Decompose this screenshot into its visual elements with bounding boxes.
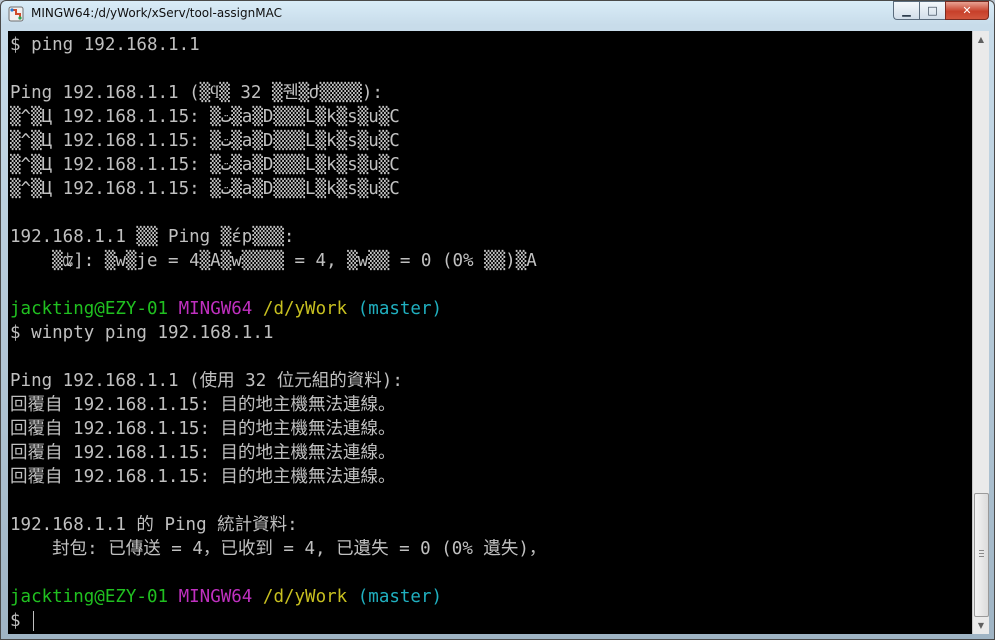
terminal-line: Ping 192.168.1.1 (使用 32 位元組的資料): [10, 369, 972, 393]
terminal-line: ▒^▒Ц 192.168.1.15: ▒ت▒a▒D▒▒▒L▒k▒s▒u▒C [10, 177, 972, 201]
scroll-up-button[interactable]: ▲ [973, 31, 989, 48]
terminal-line: jackting@EZY-01 MINGW64 /d/yWork (master… [10, 297, 972, 321]
window-controls: ▁ □ ✕ [893, 1, 989, 21]
terminal-text: MINGW64 [178, 587, 253, 607]
close-icon: ✕ [962, 4, 972, 17]
minimize-icon: ▁ [902, 4, 911, 17]
maximize-icon: □ [927, 4, 938, 17]
arrow-down-icon: ▼ [977, 621, 985, 630]
title-bar[interactable]: MINGW64:/d/yWork/xServ/tool-assignMAC ▁ … [1, 1, 994, 27]
terminal-output[interactable]: $ ping 192.168.1.1 Ping 192.168.1.1 (▒ϥ▒ … [8, 31, 972, 634]
terminal-line: 封包: 已傳送 = 4，已收到 = 4, 已遺失 = 0 (0% 遺失)， [10, 537, 972, 561]
terminal-text: ▒ʥ]: ▒w▒je = 4▒A▒w▒▒▒▒ = 4, ▒w▒▒ = 0 (0%… [10, 251, 537, 271]
terminal-text: MINGW64 [178, 299, 253, 319]
terminal-line: ▒^▒Ц 192.168.1.15: ▒ت▒a▒D▒▒▒L▒k▒s▒u▒C [10, 153, 972, 177]
terminal-text: Ping 192.168.1.1 (▒ϥ▒ 32 ▒줸▒ժ▒▒▒▒): [10, 83, 383, 103]
terminal-text: 封包: 已傳送 = 4，已收到 = 4, 已遺失 = 0 (0% 遺失)， [10, 539, 547, 559]
terminal-text: /d/yWork [262, 299, 348, 319]
terminal-window: MINGW64:/d/yWork/xServ/tool-assignMAC ▁ … [0, 0, 995, 640]
terminal-line: 回覆自 192.168.1.15: 目的地主機無法連線。 [10, 441, 972, 465]
terminal-text: 回覆自 192.168.1.15: 目的地主機無法連線。 [10, 467, 396, 487]
terminal-line: 回覆自 192.168.1.15: 目的地主機無法連線。 [10, 465, 972, 489]
terminal-line: 192.168.1.1 的 Ping 統計資料: [10, 513, 972, 537]
terminal-line: Ping 192.168.1.1 (▒ϥ▒ 32 ▒줸▒ժ▒▒▒▒): [10, 81, 972, 105]
terminal-text: $ [10, 611, 32, 631]
arrow-up-icon: ▲ [977, 35, 985, 44]
grip-line [979, 556, 984, 557]
terminal-text: $ ping 192.168.1.1 [10, 35, 200, 55]
terminal-line: 回覆自 192.168.1.15: 目的地主機無法連線。 [10, 393, 972, 417]
terminal-text: /d/yWork [262, 587, 348, 607]
terminal-text: 回覆自 192.168.1.15: 目的地主機無法連線。 [10, 419, 396, 439]
terminal-lines: $ ping 192.168.1.1 Ping 192.168.1.1 (▒ϥ▒ … [10, 33, 972, 633]
terminal-text: 回覆自 192.168.1.15: 目的地主機無法連線。 [10, 443, 396, 463]
terminal-line: 192.168.1.1 ▒▒ Ping ▒έp▒▒▒: [10, 225, 972, 249]
terminal-line: ▒ʥ]: ▒w▒je = 4▒A▒w▒▒▒▒ = 4, ▒w▒▒ = 0 (0%… [10, 249, 972, 273]
window-title: MINGW64:/d/yWork/xServ/tool-assignMAC [31, 6, 282, 20]
terminal-text: Ping 192.168.1.1 (使用 32 位元組的資料): [10, 371, 403, 391]
terminal-text: jackting@EZY-01 [10, 299, 169, 319]
git-bash-icon [8, 6, 24, 22]
terminal-line: jackting@EZY-01 MINGW64 /d/yWork (master… [10, 585, 972, 609]
terminal-text: ▒^▒Ц 192.168.1.15: ▒ت▒a▒D▒▒▒L▒k▒s▒u▒C [10, 155, 400, 175]
scroll-down-button[interactable]: ▼ [973, 617, 989, 634]
terminal-text: 192.168.1.1 ▒▒ Ping ▒έp▒▒▒: [10, 227, 295, 247]
terminal-line: $ ping 192.168.1.1 [10, 33, 972, 57]
terminal-text: jackting@EZY-01 [10, 587, 169, 607]
terminal-text: 回覆自 192.168.1.15: 目的地主機無法連線。 [10, 395, 396, 415]
scrollbar-thumb[interactable] [974, 493, 989, 617]
grip-line [979, 553, 984, 554]
terminal-line: $ [10, 609, 972, 633]
terminal-text: ▒^▒Ц 192.168.1.15: ▒ت▒a▒D▒▒▒L▒k▒s▒u▒C [10, 179, 400, 199]
terminal-text: ▒^▒Ц 192.168.1.15: ▒ت▒a▒D▒▒▒L▒k▒s▒u▒C [10, 107, 400, 127]
terminal-line: $ winpty ping 192.168.1.1 [10, 321, 972, 345]
terminal-line: 回覆自 192.168.1.15: 目的地主機無法連線。 [10, 417, 972, 441]
terminal-text: $ winpty ping 192.168.1.1 [10, 323, 274, 343]
close-button[interactable]: ✕ [945, 1, 989, 20]
vertical-scrollbar[interactable]: ▲ ▼ [972, 31, 989, 634]
terminal-line: ▒^▒Ц 192.168.1.15: ▒ت▒a▒D▒▒▒L▒k▒s▒u▒C [10, 129, 972, 153]
terminal-text: ▒^▒Ц 192.168.1.15: ▒ت▒a▒D▒▒▒L▒k▒s▒u▒C [10, 131, 400, 151]
grip-line [979, 550, 984, 551]
terminal-line: ▒^▒Ц 192.168.1.15: ▒ت▒a▒D▒▒▒L▒k▒s▒u▒C [10, 105, 972, 129]
minimize-button[interactable]: ▁ [893, 1, 919, 20]
terminal-text: (master) [357, 587, 443, 607]
terminal-text: (master) [357, 299, 443, 319]
terminal-text: 192.168.1.1 的 Ping 統計資料: [10, 515, 298, 535]
text-cursor [33, 611, 35, 631]
maximize-button[interactable]: □ [919, 1, 945, 20]
